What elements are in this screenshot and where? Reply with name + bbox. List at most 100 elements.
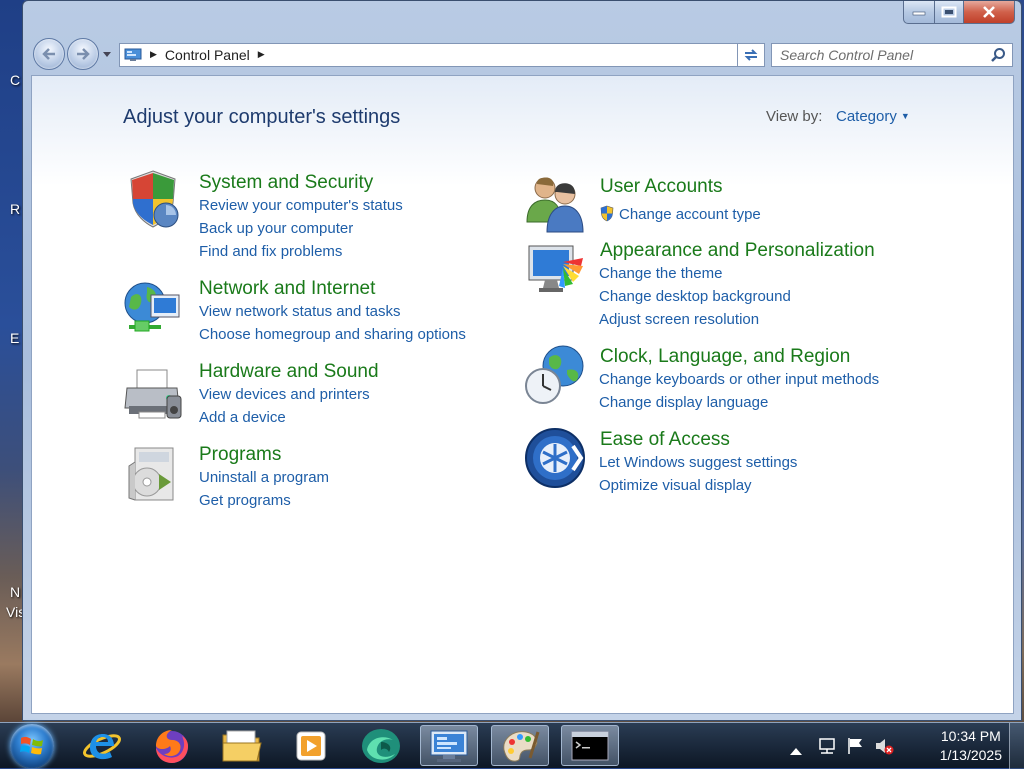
programs-link[interactable]: Programs xyxy=(199,444,281,466)
file-explorer-icon xyxy=(222,730,262,761)
taskbar: 10:34 PM 1/13/2025 xyxy=(0,722,1024,769)
maximize-button[interactable] xyxy=(935,1,964,24)
appearance-personalization-link[interactable]: Appearance and Personalization xyxy=(600,240,875,262)
clock[interactable]: 10:34 PM 1/13/2025 xyxy=(940,727,1002,765)
add-device-link[interactable]: Add a device xyxy=(199,409,286,426)
control-panel-window: ▶ Control Panel ▶ ▼ Adjust your computer… xyxy=(22,0,1022,721)
view-by-label: View by: xyxy=(766,108,823,125)
action-center-flag-icon xyxy=(848,738,862,754)
review-status-link[interactable]: Review your computer's status xyxy=(199,197,403,214)
refresh-icon xyxy=(744,49,758,61)
clock-time: 10:34 PM xyxy=(940,728,1001,744)
windows-suggest-settings-link[interactable]: Let Windows suggest settings xyxy=(599,454,797,471)
devices-printers-link[interactable]: View devices and printers xyxy=(199,386,370,403)
taskbar-file-explorer[interactable] xyxy=(213,725,271,766)
user-accounts-link[interactable]: User Accounts xyxy=(600,176,723,198)
network-status-link[interactable]: View network status and tasks xyxy=(199,303,401,320)
taskbar-command-prompt[interactable] xyxy=(561,725,619,766)
view-by-value: Category xyxy=(836,108,897,125)
back-arrow-icon xyxy=(42,48,55,60)
desktop-background: C R E N Vis xyxy=(0,0,25,722)
action-center-button[interactable] xyxy=(846,737,864,759)
system-and-security-link[interactable]: System and Security xyxy=(199,172,373,194)
find-fix-problems-link[interactable]: Find and fix problems xyxy=(199,243,342,260)
internet-explorer-icon xyxy=(83,733,121,759)
show-desktop-button[interactable] xyxy=(1009,723,1024,769)
taskbar-internet-explorer[interactable] xyxy=(73,725,131,766)
change-keyboards-link[interactable]: Change keyboards or other input methods xyxy=(599,371,879,388)
ease-of-access-link[interactable]: Ease of Access xyxy=(600,429,730,451)
search-box xyxy=(771,43,1013,67)
navigation-buttons xyxy=(33,38,113,70)
desktop-icon-label: R xyxy=(10,201,21,217)
refresh-button[interactable] xyxy=(737,43,765,67)
volume-muted-icon xyxy=(876,739,894,755)
network-tray-button[interactable] xyxy=(817,737,837,759)
taskbar-paint[interactable] xyxy=(491,725,549,766)
windows-logo-icon xyxy=(20,736,43,755)
address-bar[interactable]: ▶ Control Panel ▶ ▼ xyxy=(119,43,760,67)
change-display-language-link[interactable]: Change display language xyxy=(599,394,768,411)
view-by-dropdown[interactable]: Category ▼ xyxy=(836,108,910,125)
desktop-icon-label: C xyxy=(10,72,21,88)
shield-icon xyxy=(130,170,179,228)
change-account-type-label: Change account type xyxy=(619,206,761,223)
breadcrumb-arrow-icon[interactable]: ▶ xyxy=(258,50,265,60)
change-account-type-link[interactable]: Change account type xyxy=(599,205,761,223)
get-programs-link[interactable]: Get programs xyxy=(199,492,291,509)
browser-icon xyxy=(362,728,400,763)
users-icon xyxy=(526,177,584,233)
taskbar-firefox[interactable] xyxy=(143,725,201,766)
control-panel-icon xyxy=(430,730,468,762)
adjust-screen-resolution-link[interactable]: Adjust screen resolution xyxy=(599,311,759,328)
network-icon xyxy=(819,738,835,754)
forward-arrow-icon xyxy=(77,48,90,60)
command-prompt-icon xyxy=(571,731,609,760)
page-title: Adjust your computer's settings xyxy=(123,106,401,128)
back-up-computer-link[interactable]: Back up your computer xyxy=(199,220,353,237)
media-player-icon xyxy=(296,731,326,760)
close-button[interactable] xyxy=(964,1,1015,24)
maximize-icon xyxy=(941,6,957,18)
chevron-down-icon: ▼ xyxy=(900,111,910,121)
system-tray: 10:34 PM 1/13/2025 xyxy=(784,723,1024,769)
hardware-and-sound-link[interactable]: Hardware and Sound xyxy=(199,361,379,383)
volume-button[interactable] xyxy=(874,737,894,759)
clock-globe-icon xyxy=(525,345,584,404)
desktop-icon-label: E xyxy=(10,330,20,346)
chevron-up-icon xyxy=(790,748,802,755)
breadcrumb-control-panel[interactable]: Control Panel xyxy=(165,47,250,63)
printer-icon xyxy=(124,369,182,419)
network-globe-icon xyxy=(124,282,180,332)
start-button[interactable] xyxy=(10,724,54,768)
minimize-button[interactable] xyxy=(903,1,935,24)
desktop-icon-label: N xyxy=(10,584,21,600)
taskbar-media-player[interactable] xyxy=(282,725,340,766)
optimize-visual-display-link[interactable]: Optimize visual display xyxy=(599,477,752,494)
clock-language-region-link[interactable]: Clock, Language, and Region xyxy=(600,346,850,368)
recent-pages-dropdown[interactable] xyxy=(101,48,113,60)
uninstall-program-link[interactable]: Uninstall a program xyxy=(199,469,329,486)
search-icon[interactable] xyxy=(990,47,1006,63)
back-button[interactable] xyxy=(33,38,65,70)
forward-button[interactable] xyxy=(67,38,99,70)
network-and-internet-link[interactable]: Network and Internet xyxy=(199,278,375,300)
breadcrumb-arrow-icon[interactable]: ▶ xyxy=(150,50,157,60)
clock-date: 1/13/2025 xyxy=(939,747,1002,763)
uac-shield-icon xyxy=(600,205,614,222)
control-panel-icon xyxy=(124,48,142,61)
homegroup-sharing-link[interactable]: Choose homegroup and sharing options xyxy=(199,326,466,343)
show-hidden-icons-button[interactable] xyxy=(790,740,802,759)
firefox-icon xyxy=(156,729,188,763)
content-pane: Adjust your computer's settings View by:… xyxy=(31,75,1014,714)
window-controls xyxy=(903,1,1015,24)
monitor-colors-icon xyxy=(528,245,583,292)
change-desktop-background-link[interactable]: Change desktop background xyxy=(599,288,791,305)
close-icon xyxy=(983,6,995,18)
search-input[interactable] xyxy=(780,45,990,65)
change-theme-link[interactable]: Change the theme xyxy=(599,265,722,282)
minimize-icon xyxy=(912,11,926,16)
taskbar-browser[interactable] xyxy=(352,725,410,766)
taskbar-control-panel[interactable] xyxy=(420,725,478,766)
programs-icon xyxy=(128,447,174,501)
